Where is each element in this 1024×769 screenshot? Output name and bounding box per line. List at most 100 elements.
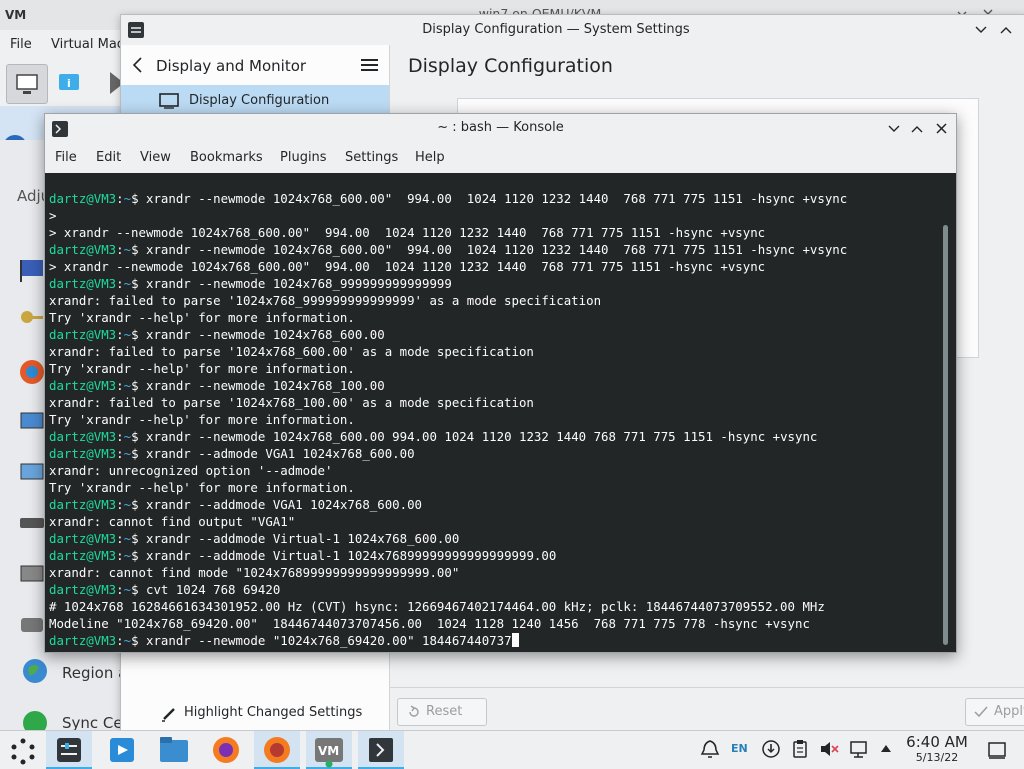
taskbar-dolphin-icon[interactable] xyxy=(151,731,197,769)
terminal-line: dartz@VM3:~$ xrandr --addmode VGA1 1024x… xyxy=(49,496,939,513)
apply-label: Apply xyxy=(994,704,1024,719)
back-chevron-icon[interactable] xyxy=(132,57,144,73)
konsole-minimize-icon[interactable] xyxy=(888,123,900,135)
svg-text:VM: VM xyxy=(318,744,339,758)
prompt-path: ~ xyxy=(123,429,132,444)
terminal-line: xrandr: unrecognized option '--admode' xyxy=(49,462,939,479)
clock-time[interactable]: 6:40 AM xyxy=(896,733,978,751)
svg-text:VM: VM xyxy=(5,8,26,22)
console-view-button[interactable] xyxy=(6,64,48,104)
konsole-maximize-icon[interactable] xyxy=(911,123,923,135)
update-icon[interactable] xyxy=(761,739,781,759)
settings-maximize-icon[interactable] xyxy=(1000,24,1012,36)
output-text: xrandr: failed to parse '1024x768_600.00… xyxy=(49,344,534,359)
keyboard-layout-indicator[interactable]: EN xyxy=(731,742,748,755)
terminal-view[interactable]: dartz@VM3:~$ xrandr --newmode 1024x768_6… xyxy=(45,173,956,652)
svg-text:i: i xyxy=(67,77,71,90)
konsole-menu-edit[interactable]: Edit xyxy=(96,150,121,165)
prompt-path: ~ xyxy=(123,327,132,342)
terminal-line: dartz@VM3:~$ xrandr --newmode 1024x768_1… xyxy=(49,377,939,394)
clipboard-icon[interactable] xyxy=(790,739,810,759)
show-desktop-icon[interactable] xyxy=(987,740,1007,760)
prompt-dollar: $ xyxy=(131,191,146,206)
guest-key-icon[interactable] xyxy=(18,307,46,333)
volume-muted-icon[interactable] xyxy=(819,739,839,759)
terminal-scrollbar[interactable] xyxy=(943,225,948,645)
konsole-menu-view[interactable]: View xyxy=(140,150,171,165)
terminal-line: xrandr: failed to parse '1024x768_100.00… xyxy=(49,394,939,411)
apply-button[interactable]: Apply xyxy=(965,698,1024,726)
terminal-line: dartz@VM3:~$ xrandr --addmode Virtual-1 … xyxy=(49,547,939,564)
details-view-icon[interactable]: i xyxy=(56,70,82,96)
guest-device-icon[interactable] xyxy=(18,562,46,588)
command-text: xrandr --newmode 1024x768_99999999999999… xyxy=(146,276,452,291)
prompt-path: ~ xyxy=(123,582,132,597)
guest-region-icon[interactable] xyxy=(20,656,50,686)
network-icon[interactable] xyxy=(849,739,869,759)
prompt-separator: : xyxy=(116,446,124,461)
guest-keyboard-icon[interactable] xyxy=(18,512,46,534)
guest-phone-icon[interactable] xyxy=(18,612,46,638)
settings-titlebar[interactable]: Display Configuration — System Settings xyxy=(121,15,1024,45)
prompt-separator: : xyxy=(116,191,124,206)
pencil-icon xyxy=(162,708,175,722)
konsole-close-icon[interactable] xyxy=(935,122,948,135)
prompt-user: dartz@VM3 xyxy=(49,191,117,206)
prompt-dollar: $ xyxy=(131,378,146,393)
clock-date[interactable]: 5/13/22 xyxy=(896,751,978,764)
sidebar-back-label[interactable]: Display and Monitor xyxy=(156,57,306,75)
tray-expand-icon[interactable] xyxy=(880,743,892,753)
prompt-dollar: $ xyxy=(131,548,146,563)
taskbar-firefox-2-icon[interactable] xyxy=(254,731,300,769)
konsole-menu-file[interactable]: File xyxy=(55,150,77,165)
guest-display-icon[interactable] xyxy=(18,409,46,435)
terminal-line: # 1024x768 16284661634301952.00 Hz (CVT)… xyxy=(49,598,939,615)
output-text: xrandr: cannot find mode "1024x768999999… xyxy=(49,565,460,580)
terminal-line: dartz@VM3:~$ xrandr --newmode 1024x768_6… xyxy=(49,241,939,258)
guest-globe-icon[interactable] xyxy=(18,358,46,386)
prompt-dollar: $ xyxy=(131,582,146,597)
guest-sync-icon[interactable] xyxy=(20,708,50,730)
settings-minimize-icon[interactable] xyxy=(975,24,987,36)
taskbar-discover-icon[interactable] xyxy=(99,731,145,769)
notifications-bell-icon[interactable] xyxy=(700,739,720,759)
terminal-line: dartz@VM3:~$ xrandr --admode VGA1 1024x7… xyxy=(49,445,939,462)
taskbar-firefox-icon[interactable] xyxy=(203,731,249,769)
prompt-separator: : xyxy=(116,327,124,342)
output-text: > xrandr --newmode 1024x768_600.00" 994.… xyxy=(49,259,766,274)
konsole-menubar: File Edit View Bookmarks Plugins Setting… xyxy=(45,144,956,172)
command-text: xrandr --addmode Virtual-1 1024x76899999… xyxy=(146,548,557,563)
konsole-menu-bookmarks[interactable]: Bookmarks xyxy=(190,150,263,165)
reset-label: Reset xyxy=(426,704,463,719)
guest-flag-icon[interactable] xyxy=(18,257,46,283)
taskbar-konsole-icon[interactable] xyxy=(358,731,404,769)
terminal-line: dartz@VM3:~$ xrandr --addmode Virtual-1 … xyxy=(49,530,939,547)
prompt-path: ~ xyxy=(123,633,132,648)
terminal-line: Try 'xrandr --help' for more information… xyxy=(49,411,939,428)
application-launcher-icon[interactable] xyxy=(0,731,46,769)
guest-region-label[interactable]: Region a xyxy=(62,664,127,682)
command-text: xrandr --addmode Virtual-1 1024x768_600.… xyxy=(146,531,460,546)
prompt-path: ~ xyxy=(123,497,132,512)
command-text: cvt 1024 768 69420 xyxy=(146,582,281,597)
hamburger-menu-icon[interactable] xyxy=(361,58,379,72)
vm-menu-file[interactable]: File xyxy=(10,37,32,52)
virt-manager-logo-icon: VM xyxy=(5,6,27,22)
konsole-menu-plugins[interactable]: Plugins xyxy=(280,150,327,165)
vm-menu-virtual-machine[interactable]: Virtual Mac xyxy=(51,37,124,52)
prompt-dollar: $ xyxy=(131,276,146,291)
prompt-path: ~ xyxy=(123,531,132,546)
taskbar-system-settings-icon[interactable] xyxy=(46,731,92,769)
prompt-separator: : xyxy=(116,242,124,257)
taskbar-virt-manager-icon[interactable]: VM xyxy=(306,731,352,769)
prompt-user: dartz@VM3 xyxy=(49,429,117,444)
prompt-separator: : xyxy=(116,378,124,393)
terminal-line: dartz@VM3:~$ xrandr --newmode 1024x768_6… xyxy=(49,326,939,343)
konsole-menu-settings[interactable]: Settings xyxy=(345,150,398,165)
command-text: xrandr --newmode 1024x768_600.00" 994.00… xyxy=(146,191,848,206)
konsole-titlebar[interactable]: ~ : bash — Konsole xyxy=(45,114,956,144)
reset-button[interactable]: Reset xyxy=(397,698,487,726)
guest-monitor-icon[interactable] xyxy=(18,460,46,486)
prompt-path: ~ xyxy=(123,276,132,291)
konsole-menu-help[interactable]: Help xyxy=(415,150,445,165)
